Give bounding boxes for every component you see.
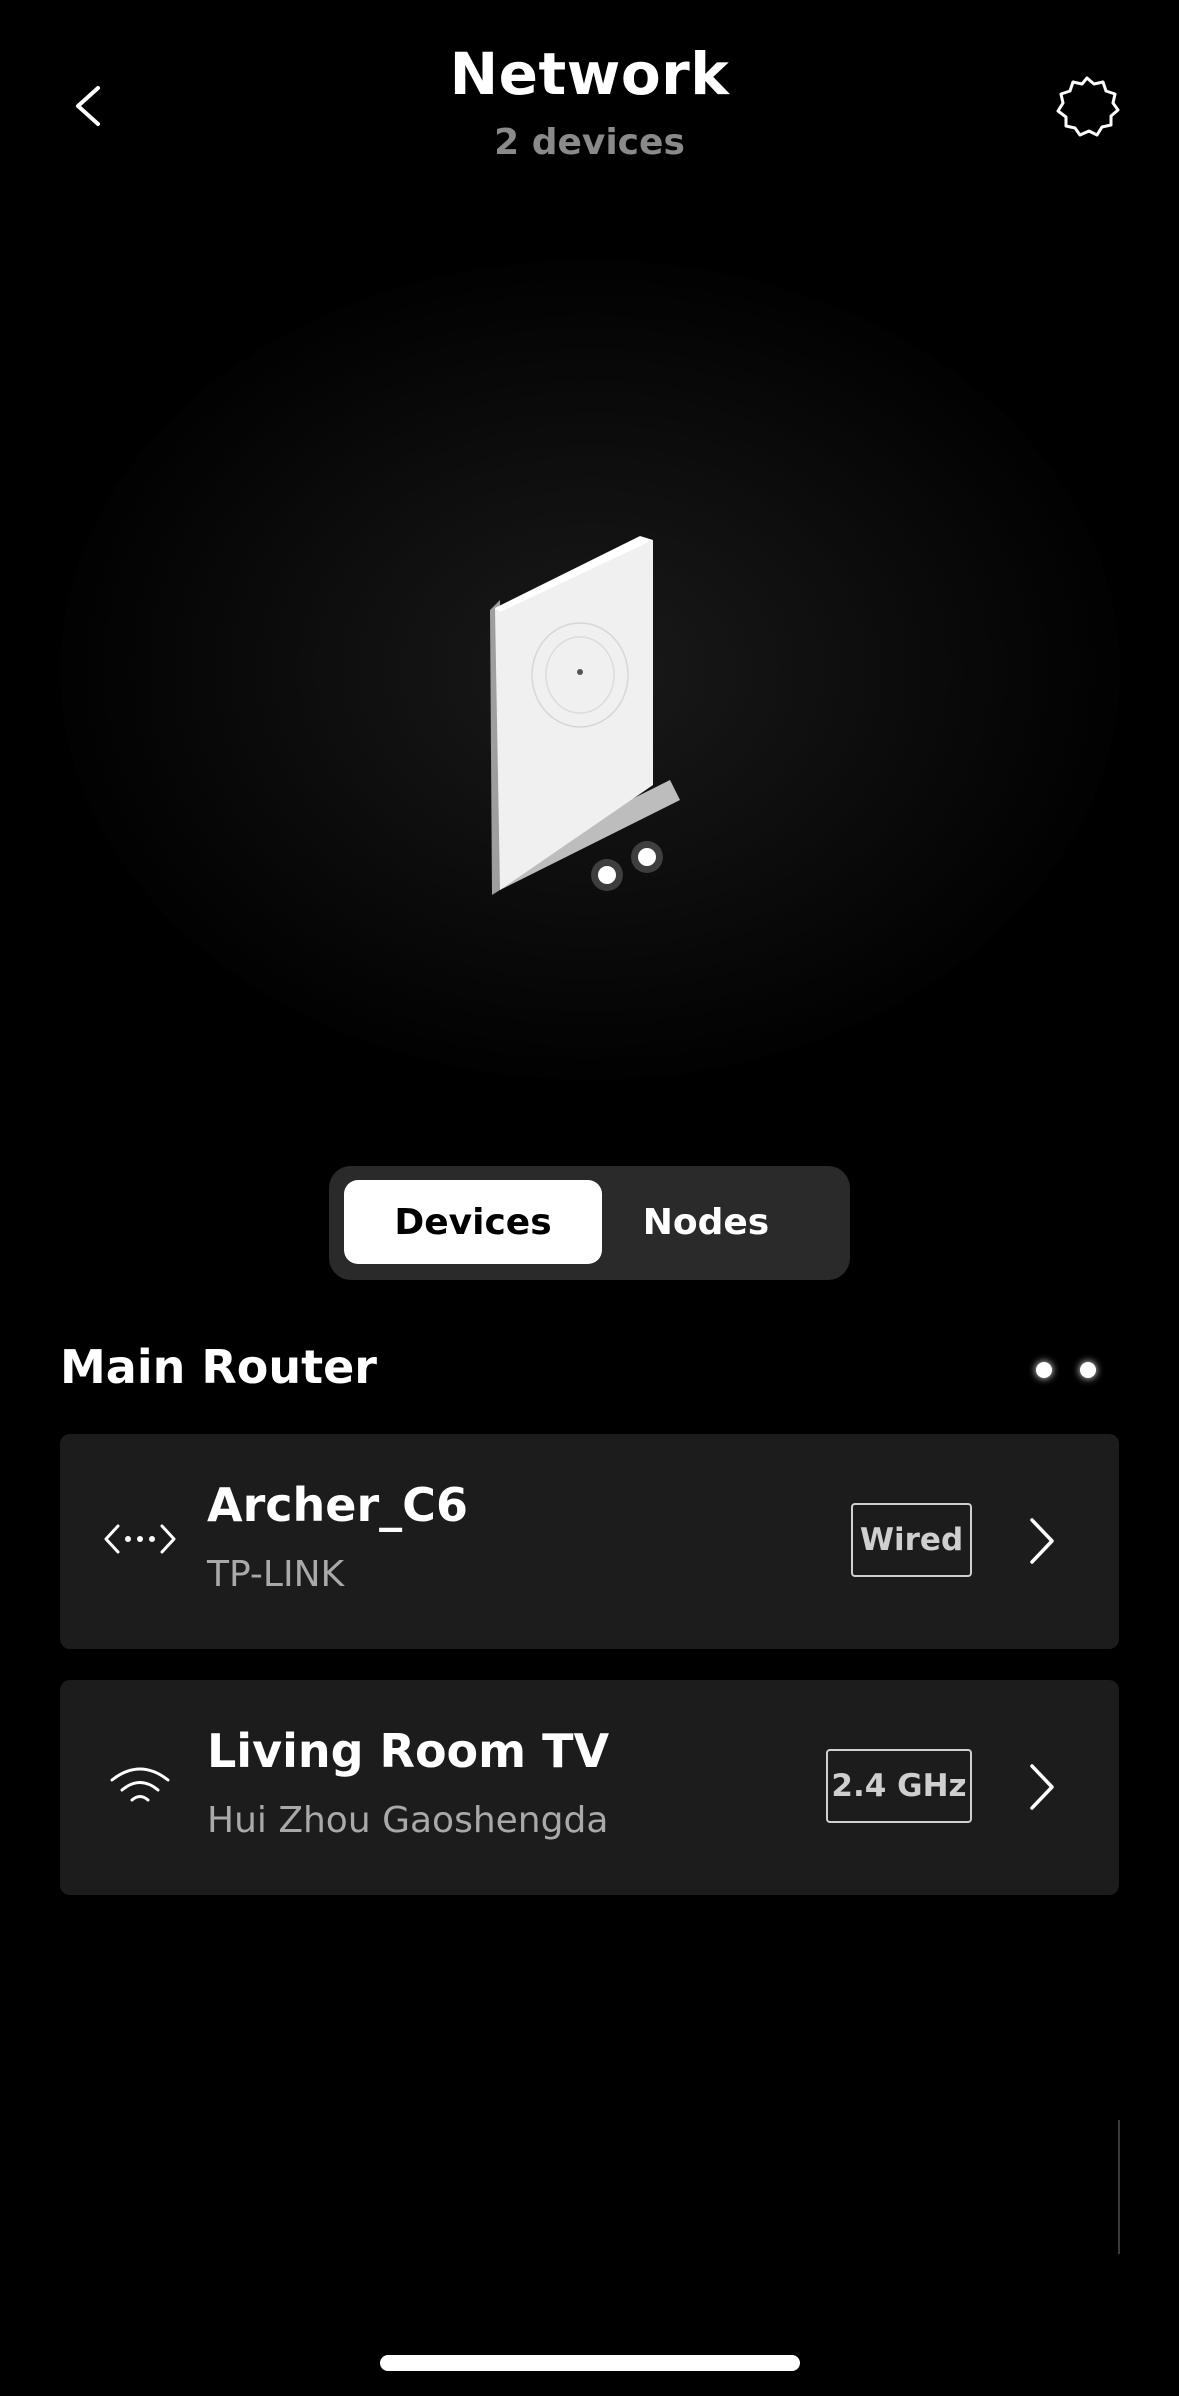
ethernet-icon	[104, 1524, 176, 1554]
device-count: 2 devices	[494, 122, 685, 163]
tab-nodes[interactable]: Nodes	[577, 1180, 835, 1264]
gear-icon	[1056, 76, 1120, 137]
device-name: Living Room TV	[207, 1724, 610, 1778]
device-vendor: Hui Zhou Gaoshengda	[207, 1800, 609, 1841]
wifi-icon	[110, 1767, 170, 1802]
view-toggle: Devices Nodes	[329, 1166, 850, 1280]
scrollbar[interactable]	[1118, 2120, 1120, 2254]
network-screen: Network 2 devices Devices Nodes Main Rou…	[0, 0, 1179, 2396]
header: Network 2 devices	[0, 0, 1179, 200]
device-card[interactable]: Living Room TV Hui Zhou Gaoshengda 2.4 G…	[60, 1680, 1119, 1895]
connection-badge: Wired	[851, 1503, 972, 1577]
router-image	[490, 536, 680, 895]
home-indicator[interactable]	[380, 2355, 800, 2371]
device-name: Archer_C6	[207, 1478, 468, 1532]
settings-button[interactable]	[1052, 72, 1122, 142]
status-dot	[1036, 1362, 1052, 1378]
device-vendor: TP-LINK	[207, 1554, 345, 1595]
connection-badge: 2.4 GHz	[826, 1749, 972, 1823]
section-title: Main Router	[60, 1340, 377, 1394]
device-card[interactable]: Archer_C6 TP-LINK Wired	[60, 1434, 1119, 1649]
chevron-right-icon	[1030, 1518, 1054, 1564]
chevron-right-icon	[1030, 1764, 1054, 1810]
status-dots	[1030, 1362, 1100, 1386]
status-dot	[1080, 1362, 1096, 1378]
page-title: Network	[449, 40, 730, 108]
tab-devices[interactable]: Devices	[344, 1180, 602, 1264]
router-illustration	[0, 200, 1179, 1130]
